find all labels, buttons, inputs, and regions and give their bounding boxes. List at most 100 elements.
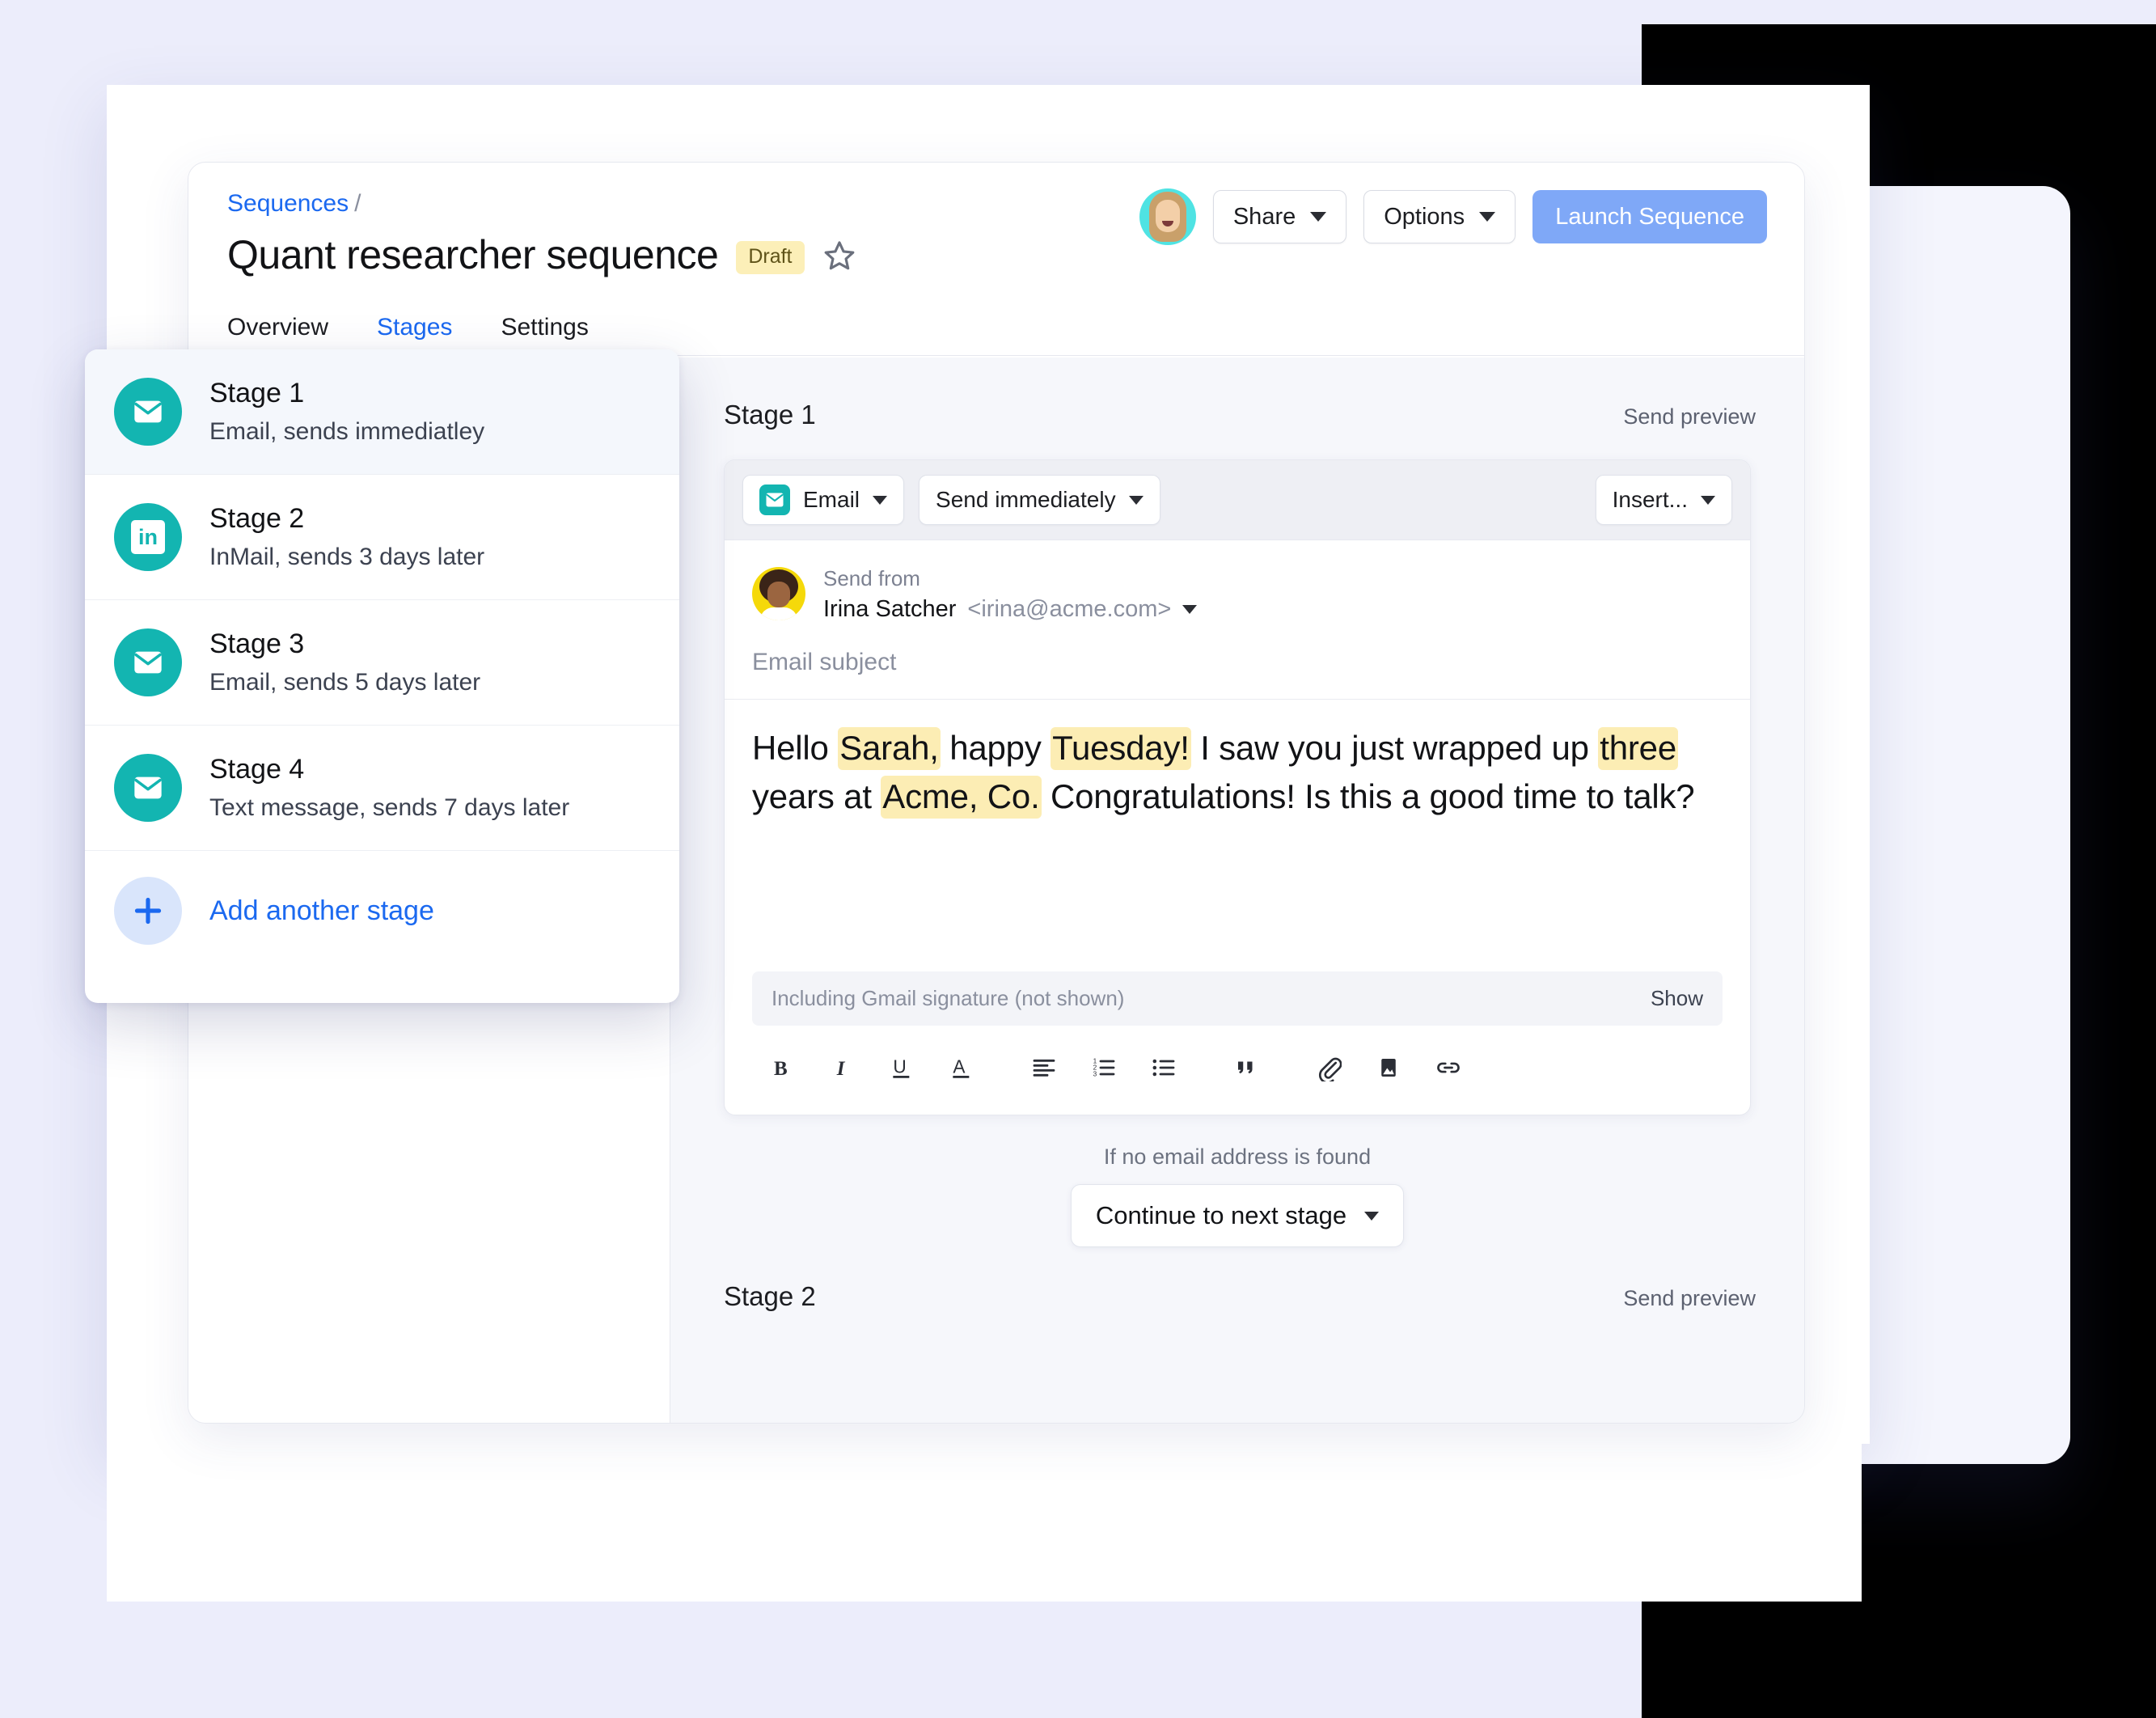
bulleted-list-icon[interactable] [1134,1045,1194,1090]
email-body-editor[interactable]: Hello Sarah, happy Tuesday! I saw you ju… [725,700,1750,967]
underline-icon[interactable]: U [872,1045,932,1090]
email-editor-card: Email Send immediately Insert... Send fr… [724,459,1751,1116]
linkedin-icon: in [114,503,182,571]
send-preview-link[interactable]: Send preview [1623,404,1756,430]
launch-sequence-label: Launch Sequence [1555,203,1744,230]
envelope-icon [759,485,790,515]
options-button[interactable]: Options [1363,190,1516,243]
header-actions: Share Options Launch Sequence [1139,188,1767,245]
merge-field-token: three [1598,727,1678,771]
avatar[interactable] [1139,188,1196,245]
stage-title: Stage 2 [209,503,305,535]
next-stage-send-preview-link[interactable]: Send preview [1623,1286,1756,1311]
status-badge: Draft [736,241,805,275]
stage-list-item-4[interactable]: Stage 4 Text message, sends 7 days later [85,726,679,851]
page-title: Quant researcher sequence [227,232,719,277]
email-subject-field[interactable]: Email subject [725,642,1750,700]
attachment-icon[interactable] [1299,1045,1359,1090]
image-icon[interactable] [1359,1045,1418,1090]
title-row: Quant researcher sequence Draft [227,232,856,279]
chevron-down-icon [1364,1211,1380,1221]
launch-sequence-button[interactable]: Launch Sequence [1532,190,1767,243]
sender-name: Irina Satcher [823,596,957,623]
chevron-down-icon [1128,495,1144,505]
stage-subtitle: Email, sends immediatley [209,417,485,445]
add-another-stage-label: Add another stage [209,895,434,926]
channel-type-label: Email [803,487,860,512]
stage-subtitle: Email, sends 5 days later [209,668,481,696]
channel-type-dropdown[interactable]: Email [742,475,905,525]
stage-title: Stage 3 [209,628,305,660]
app-header: Sequences / Quant researcher sequence Dr… [188,163,1804,357]
signature-note: Including Gmail signature (not shown) [772,986,1125,1011]
sender-email: <irina@acme.com> [967,596,1172,623]
stage-editor-pane: Stage 1 Send preview Email Send immediat… [670,358,1804,1423]
insert-label: Insert... [1612,487,1688,512]
chevron-down-icon [1310,212,1327,222]
breadcrumb-link-sequences[interactable]: Sequences [227,192,349,216]
background-card-layer-2-lower [107,1407,1862,1602]
chevron-down-icon[interactable] [1182,605,1198,615]
signature-show-link[interactable]: Show [1651,986,1703,1011]
align-left-icon[interactable] [1014,1045,1074,1090]
fallback-action-dropdown[interactable]: Continue to next stage [1070,1184,1405,1248]
svg-text:U: U [893,1056,906,1077]
breadcrumb: Sequences / [227,192,361,216]
body-text-run: Congratulations! Is this a good time to … [1041,776,1695,815]
body-text-run: years at [752,776,881,815]
chevron-down-icon [1479,212,1496,222]
formatting-toolbar: B I U A 1 2 3 [725,1026,1750,1115]
stages-panel: Stage 1 Email, sends immediatley in Stag… [85,349,679,1003]
share-button-label: Share [1232,203,1296,230]
body-text-run: happy [940,729,1051,768]
sender-avatar [752,567,805,621]
bold-icon[interactable]: B [752,1045,812,1090]
stage-title: Stage 1 [209,378,305,409]
screenshot-root: Sequences / Quant researcher sequence Dr… [0,0,2156,1718]
chevron-down-icon [1701,495,1715,505]
envelope-icon [114,628,182,696]
stage-editor-title: Stage 1 [724,400,816,430]
stage-title: Stage 4 [209,754,305,785]
stage-subtitle: Text message, sends 7 days later [209,793,570,821]
merge-field-token: Tuesday! [1051,727,1191,771]
fallback-section: If no email address is found Continue to… [670,1145,1804,1248]
ordered-list-icon[interactable]: 1 2 3 [1074,1045,1134,1090]
merge-field-token: Acme, Co. [881,775,1042,819]
sender-row[interactable]: Send from Irina Satcher <irina@acme.com> [725,540,1750,642]
italic-icon[interactable]: I [812,1045,872,1090]
share-button[interactable]: Share [1212,190,1347,243]
stage-list-item-2[interactable]: in Stage 2 InMail, sends 3 days later [85,475,679,600]
link-icon[interactable] [1418,1045,1478,1090]
envelope-icon [114,378,182,446]
next-stage-header: Stage 2 Send preview [670,1247,1804,1312]
envelope-icon [114,754,182,822]
send-timing-label: Send immediately [936,487,1116,512]
editor-top-toolbar: Email Send immediately Insert... [725,460,1750,540]
insert-dropdown[interactable]: Insert... [1595,475,1732,525]
signature-bar: Including Gmail signature (not shown) Sh… [752,971,1723,1026]
blockquote-icon[interactable] [1216,1045,1276,1090]
body-text-run: Hello [752,729,839,768]
send-from-label: Send from [823,566,920,590]
fallback-action-label: Continue to next stage [1095,1201,1347,1230]
svg-text:B: B [774,1058,788,1080]
stage-editor-header: Stage 1 Send preview [670,358,1804,430]
add-another-stage-button[interactable]: Add another stage [85,851,679,971]
fallback-label: If no email address is found [1103,1145,1372,1170]
svg-text:A: A [953,1056,966,1077]
svg-text:3: 3 [1093,1071,1097,1078]
text-color-icon[interactable]: A [932,1045,991,1090]
plus-icon [114,877,182,945]
body-text-run: I saw you just wrapped up [1190,729,1599,768]
page-background-top [0,0,2156,24]
email-subject-placeholder: Email subject [752,649,897,676]
stage-list-item-1[interactable]: Stage 1 Email, sends immediatley [85,349,679,475]
stage-list-item-3[interactable]: Stage 3 Email, sends 5 days later [85,600,679,726]
options-button-label: Options [1384,203,1465,230]
next-stage-title: Stage 2 [724,1281,816,1312]
send-timing-dropdown[interactable]: Send immediately [919,475,1160,525]
stage-subtitle: InMail, sends 3 days later [209,543,485,570]
star-outline-icon[interactable] [822,239,856,277]
merge-field-token: Sarah, [838,727,941,771]
